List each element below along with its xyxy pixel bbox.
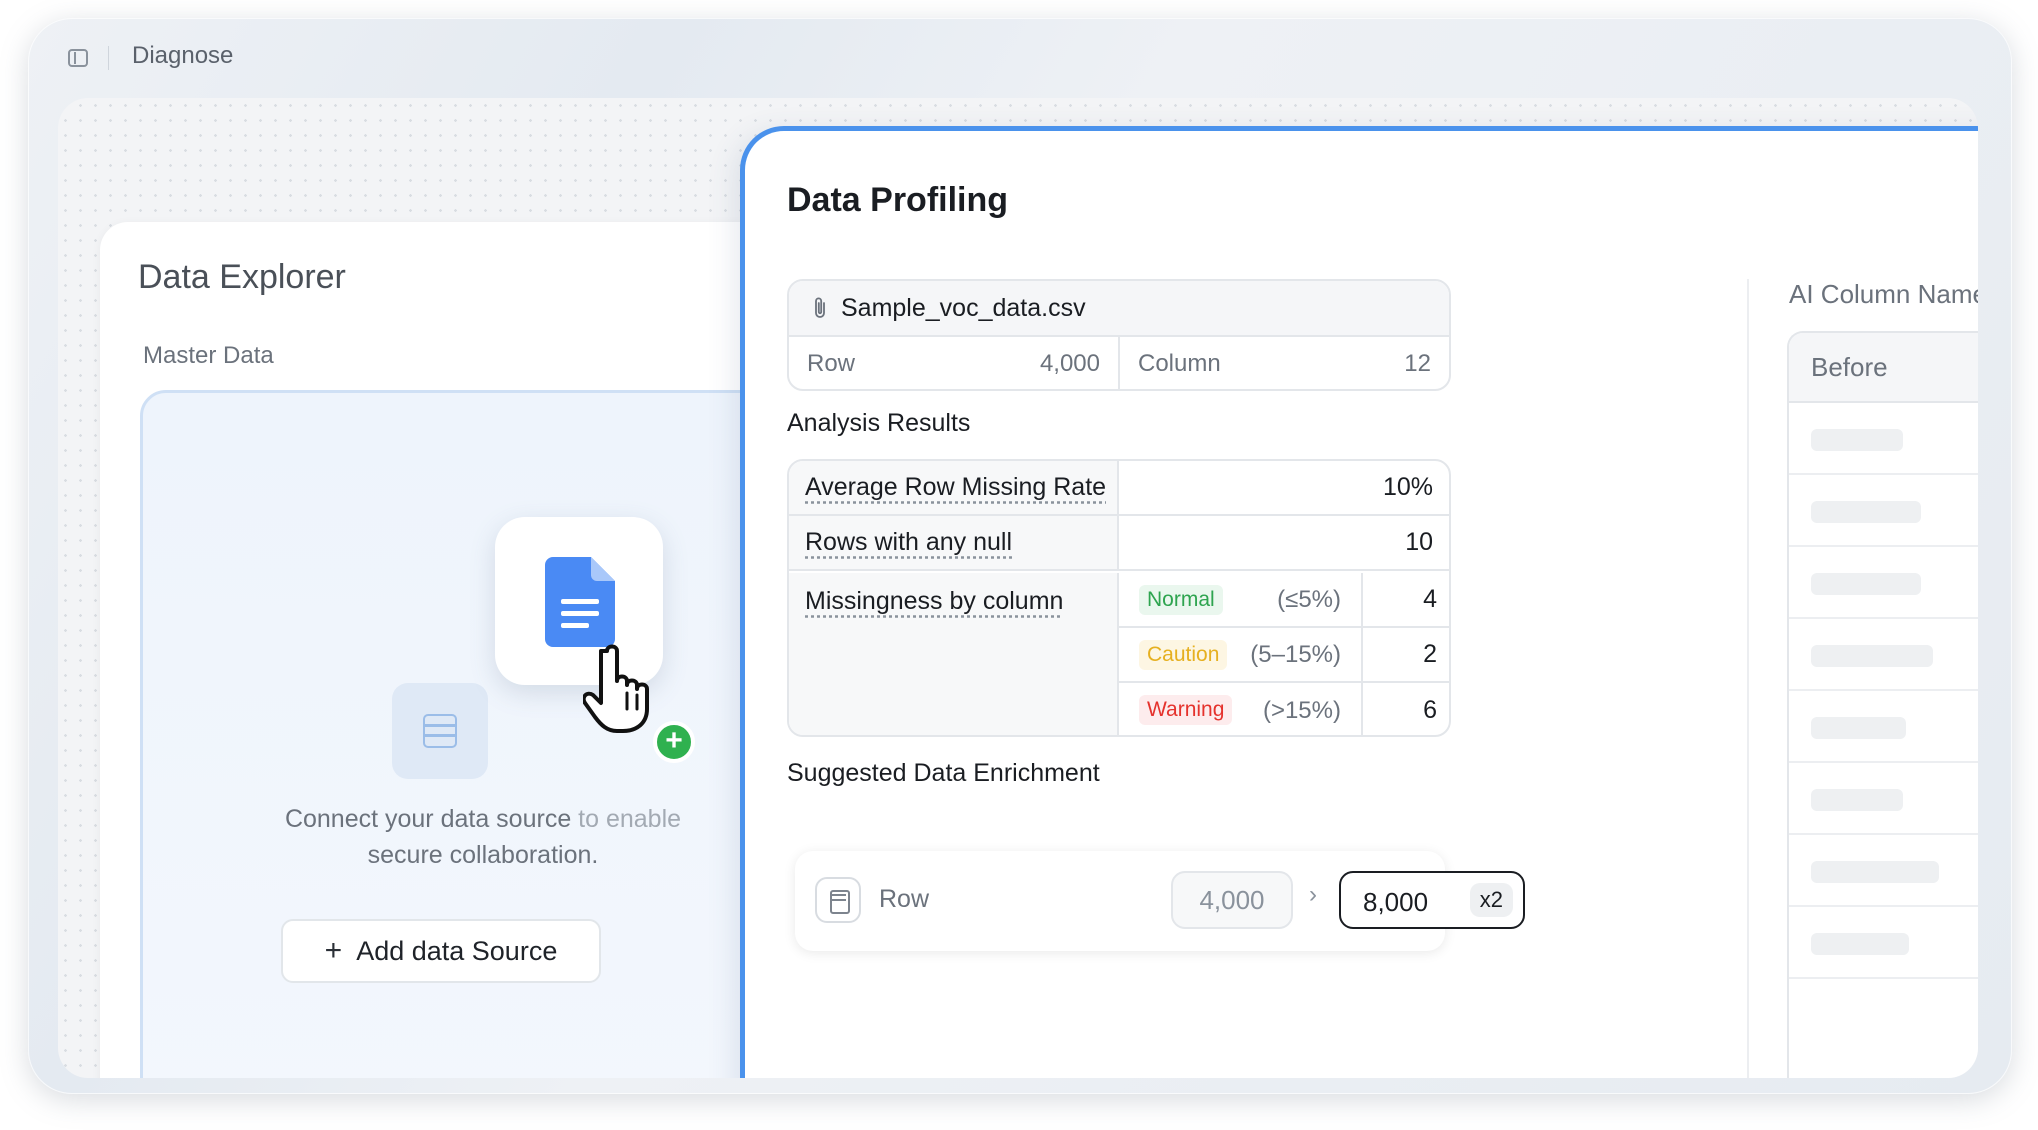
status-badge: Caution: [1139, 640, 1228, 670]
count-value: 4: [1361, 573, 1449, 626]
skeleton-row: [1789, 619, 1978, 691]
sidebar-toggle-icon[interactable]: [68, 49, 88, 67]
enrichment-row-card: Row 4,000 › 8,000 x2: [795, 851, 1525, 951]
skeleton-bar: [1811, 645, 1933, 667]
skeleton-row: [1789, 691, 1978, 763]
skeleton-row: [1789, 835, 1978, 907]
add-data-source-button[interactable]: + Add data Source: [281, 919, 601, 983]
hand-pointer-icon: [583, 644, 649, 733]
app-window: Diagnose Data Explorer Master Data + Con…: [28, 18, 2012, 1094]
column-stat-value: 12: [1404, 350, 1431, 377]
chevron-right-icon: ›: [1309, 881, 1317, 908]
ai-column-name-title: AI Column Name Upd: [1789, 279, 1978, 309]
data-profiling-panel: Data Profiling Sample_voc_data.csv Row 4…: [740, 126, 1978, 1078]
analysis-results-title: Analysis Results: [787, 409, 971, 437]
connect-message: Connect your data source to enable secur…: [203, 801, 763, 873]
row-table-icon: [815, 877, 861, 923]
missingness-row-normal: Normal (≤5%) 4: [1119, 573, 1449, 628]
connect-text-line2: secure collaboration.: [367, 841, 599, 869]
data-explorer-title: Data Explorer: [138, 258, 346, 296]
status-badge: Warning: [1139, 695, 1233, 725]
before-after-table: Before: [1787, 331, 1978, 1078]
column-divider: [1747, 279, 1749, 1078]
range-label: (>15%): [1262, 696, 1341, 724]
analysis-results-table: Average Row Missing Rate 10% Rows with a…: [787, 459, 1451, 737]
enrichment-row-label: Row: [879, 885, 930, 913]
skeleton-row: [1789, 547, 1978, 619]
missingness-row-warning: Warning (>15%) 6: [1119, 683, 1449, 735]
suggested-enrichment-title: Suggested Data Enrichment: [787, 759, 1100, 787]
skeleton-bar: [1811, 573, 1921, 595]
skeleton-row: [1789, 403, 1978, 475]
data-explorer-card: Data Explorer Master Data + Connect your…: [100, 222, 820, 1078]
skeleton-row: [1789, 763, 1978, 835]
window-title: Diagnose: [132, 42, 234, 69]
title-bar: Diagnose: [28, 18, 2012, 98]
multiplier-badge[interactable]: x2: [1469, 883, 1513, 917]
skeleton-bar: [1811, 429, 1903, 451]
skeleton-bar: [1811, 501, 1921, 523]
plus-icon: +: [324, 934, 343, 967]
connect-text-faded: to enable: [578, 805, 682, 833]
before-column-header: Before: [1789, 333, 1978, 403]
skeleton-row: [1789, 907, 1978, 979]
file-header: Sample_voc_data.csv: [789, 281, 1449, 337]
avg-missing-rate-value: 10%: [1382, 473, 1433, 501]
table-row: Average Row Missing Rate 10%: [789, 461, 1449, 516]
row-stat-value: 4,000: [1039, 350, 1100, 377]
add-data-source-label: Add data Source: [356, 935, 558, 966]
paperclip-icon: [815, 297, 825, 318]
database-tile: [392, 683, 488, 779]
range-label: (5–15%): [1250, 640, 1341, 668]
skeleton-bar: [1811, 933, 1909, 955]
avg-missing-rate-label[interactable]: Average Row Missing Rate: [789, 461, 1119, 514]
database-icon: [423, 714, 457, 748]
row-stat-label: Row: [807, 350, 856, 377]
range-label: (≤5%): [1277, 585, 1341, 613]
table-row: Rows with any null 10: [789, 516, 1449, 571]
skeleton-bar: [1811, 861, 1939, 883]
document-icon: [545, 557, 615, 647]
current-row-count: 4,000: [1171, 871, 1293, 929]
skeleton-bar: [1811, 789, 1903, 811]
count-value: 2: [1361, 628, 1449, 681]
skeleton-row: [1789, 475, 1978, 547]
title-divider: [108, 46, 109, 70]
column-stat: Column 12: [1118, 337, 1449, 389]
file-name: Sample_voc_data.csv: [841, 293, 1086, 322]
skeleton-bar: [1811, 717, 1906, 739]
target-row-count-value: 8,000: [1363, 887, 1429, 917]
file-stats: Row 4,000 Column 12: [789, 337, 1449, 389]
missingness-by-column-label[interactable]: Missingness by column: [789, 573, 1119, 735]
status-badge: Normal: [1139, 585, 1223, 615]
target-row-count-input[interactable]: 8,000 x2: [1339, 871, 1525, 929]
data-source-dropzone[interactable]: + Connect your data source to enable sec…: [140, 390, 820, 1078]
column-stat-label: Column: [1138, 350, 1221, 377]
missingness-row-caution: Caution (5–15%) 2: [1119, 628, 1449, 683]
row-stat: Row 4,000: [789, 337, 1118, 389]
file-summary-card: Sample_voc_data.csv Row 4,000 Column 12: [787, 279, 1451, 391]
connect-text-main: Connect your data source: [284, 805, 579, 833]
workspace-canvas: Data Explorer Master Data + Connect your…: [58, 98, 1978, 1078]
rows-with-null-value: 10: [1405, 528, 1433, 556]
rows-with-null-label[interactable]: Rows with any null: [789, 516, 1119, 569]
count-value: 6: [1361, 683, 1449, 735]
master-data-label: Master Data: [143, 342, 274, 369]
data-profiling-title: Data Profiling: [787, 181, 1009, 219]
add-plus-badge-icon: +: [653, 721, 695, 763]
